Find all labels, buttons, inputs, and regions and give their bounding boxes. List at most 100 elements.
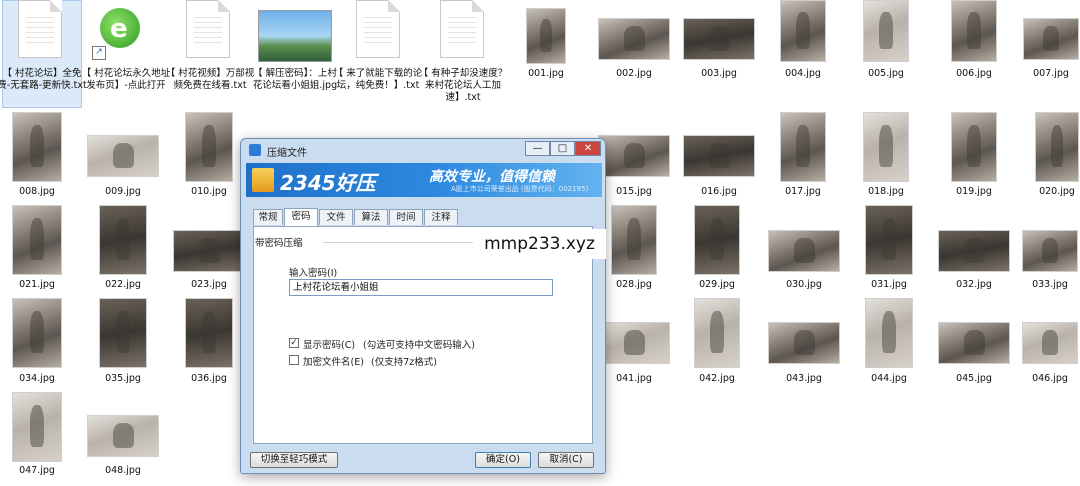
image-file-name: 034.jpg bbox=[19, 373, 55, 384]
dialog-titlebar[interactable]: 压缩文件 — □ ✕ bbox=[241, 139, 605, 161]
banner-slogan: 高效专业，值得信赖 bbox=[429, 169, 555, 185]
image-file-icon bbox=[258, 10, 332, 62]
image-file-name: 033.jpg bbox=[1032, 279, 1068, 290]
txt-file-icon bbox=[356, 0, 400, 58]
file-name: 【 解压密码】：上村花论坛看小姐姐.jpg bbox=[252, 68, 338, 91]
image-file-name: 031.jpg bbox=[871, 279, 907, 290]
image-file-name: 030.jpg bbox=[786, 279, 822, 290]
image-thumbnail bbox=[598, 135, 670, 177]
image-file-name: 042.jpg bbox=[699, 373, 735, 384]
image-file-name: 044.jpg bbox=[871, 373, 907, 384]
image-file-name: 005.jpg bbox=[868, 68, 904, 79]
image-thumbnail bbox=[1022, 230, 1078, 272]
image-thumbnail bbox=[99, 298, 147, 368]
image-thumbnail bbox=[768, 322, 840, 364]
image-thumbnail bbox=[780, 0, 826, 62]
image-thumbnail bbox=[683, 18, 755, 60]
tab-password[interactable]: 密码 bbox=[284, 208, 318, 226]
image-thumbnail bbox=[1022, 322, 1078, 364]
txt-file-icon bbox=[18, 0, 62, 58]
tab-time[interactable]: 时间 bbox=[389, 209, 423, 225]
file-name: 【 村花论坛永久地址发布页】-点此打开 bbox=[81, 68, 171, 91]
group-label: 带密码压缩 bbox=[255, 238, 303, 249]
password-input[interactable]: 上村花论坛看小姐姐 bbox=[289, 279, 553, 296]
image-thumbnail bbox=[780, 112, 826, 182]
image-thumbnail bbox=[865, 298, 913, 368]
password-label: 输入密码(I) bbox=[289, 268, 338, 279]
image-file-name: 003.jpg bbox=[701, 68, 737, 79]
image-file-name: 035.jpg bbox=[105, 373, 141, 384]
image-thumbnail bbox=[185, 112, 233, 182]
image-thumbnail bbox=[611, 205, 657, 275]
txt-file-icon bbox=[186, 0, 230, 58]
encrypt-filenames-hint: (仅支持7z格式) bbox=[371, 357, 437, 368]
image-file-name: 048.jpg bbox=[105, 465, 141, 476]
encrypt-filenames-label: 加密文件名(E) bbox=[303, 357, 364, 368]
image-thumbnail bbox=[173, 230, 245, 272]
image-file-name: 022.jpg bbox=[105, 279, 141, 290]
image-thumbnail bbox=[12, 392, 62, 462]
image-thumbnail bbox=[1035, 112, 1079, 182]
image-thumbnail bbox=[12, 298, 62, 368]
image-file-name: 009.jpg bbox=[105, 186, 141, 197]
image-thumbnail bbox=[694, 205, 740, 275]
image-file-name: 001.jpg bbox=[528, 68, 564, 79]
tab-comment[interactable]: 注释 bbox=[424, 209, 458, 225]
app-icon bbox=[249, 144, 261, 156]
file-name: 【 村花论坛】全免费-无套路-更新快.txt bbox=[0, 68, 87, 91]
banner-brand: 2345好压 bbox=[280, 171, 376, 195]
cancel-button[interactable]: 取消(C) bbox=[538, 452, 594, 468]
encrypt-filenames-checkbox[interactable] bbox=[289, 355, 299, 365]
image-thumbnail bbox=[1023, 18, 1079, 60]
show-password-checkbox[interactable]: ✓ bbox=[289, 338, 299, 348]
image-thumbnail bbox=[863, 112, 909, 182]
image-thumbnail bbox=[12, 112, 62, 182]
maximize-button[interactable]: □ bbox=[550, 141, 575, 156]
txt-file-icon bbox=[440, 0, 484, 58]
file-name: 【 村花视频】万部视频免费在线看.txt bbox=[165, 68, 255, 91]
image-file-name: 021.jpg bbox=[19, 279, 55, 290]
image-file-name: 029.jpg bbox=[699, 279, 735, 290]
watermark: mmp233.xyz bbox=[473, 229, 606, 259]
brand-banner: 2345好压 高效专业，值得信赖 A股上市公司荣誉出品 (股票代码：002195… bbox=[246, 163, 602, 197]
image-thumbnail bbox=[951, 0, 997, 62]
shortcut-arrow-icon: ↗ bbox=[92, 46, 106, 60]
show-password-hint: (勾选可支持中文密码输入) bbox=[363, 340, 475, 351]
image-thumbnail bbox=[598, 18, 670, 60]
image-thumbnail bbox=[694, 298, 740, 368]
image-file-name: 020.jpg bbox=[1039, 186, 1075, 197]
file-name: 【 来了就能下载的论坛，纯免费！】.txt bbox=[333, 68, 423, 91]
image-thumbnail bbox=[87, 415, 159, 457]
image-thumbnail bbox=[863, 0, 909, 62]
tab-algorithm[interactable]: 算法 bbox=[354, 209, 388, 225]
image-file-name: 016.jpg bbox=[701, 186, 737, 197]
image-file-name: 018.jpg bbox=[868, 186, 904, 197]
image-file-name: 046.jpg bbox=[1032, 373, 1068, 384]
ie-shortcut-icon: e ↗ bbox=[92, 2, 146, 60]
compress-dialog: 压缩文件 — □ ✕ 2345好压 高效专业，值得信赖 A股上市公司荣誉出品 (… bbox=[240, 138, 606, 474]
image-file-name: 004.jpg bbox=[785, 68, 821, 79]
image-file-name: 019.jpg bbox=[956, 186, 992, 197]
show-password-label: 显示密码(C) bbox=[303, 340, 356, 351]
image-thumbnail bbox=[938, 230, 1010, 272]
image-thumbnail bbox=[87, 135, 159, 177]
image-thumbnail bbox=[938, 322, 1010, 364]
image-thumbnail bbox=[185, 298, 233, 368]
ok-button[interactable]: 确定(O) bbox=[475, 452, 531, 468]
image-file-name: 007.jpg bbox=[1033, 68, 1069, 79]
image-thumbnail bbox=[12, 205, 62, 275]
image-thumbnail bbox=[768, 230, 840, 272]
image-thumbnail bbox=[598, 322, 670, 364]
image-thumbnail bbox=[99, 205, 147, 275]
tab-files[interactable]: 文件 bbox=[319, 209, 353, 225]
tab-general[interactable]: 常规 bbox=[253, 209, 283, 225]
image-file-name: 043.jpg bbox=[786, 373, 822, 384]
image-thumbnail bbox=[951, 112, 997, 182]
image-thumbnail bbox=[865, 205, 913, 275]
close-button[interactable]: ✕ bbox=[575, 141, 601, 156]
minimize-button[interactable]: — bbox=[525, 141, 550, 156]
image-file-name: 017.jpg bbox=[785, 186, 821, 197]
banner-subtitle: A股上市公司荣誉出品 (股票代码：002195) bbox=[451, 185, 589, 193]
image-file-name: 047.jpg bbox=[19, 465, 55, 476]
switch-light-mode-button[interactable]: 切换至轻巧模式 bbox=[250, 452, 338, 468]
